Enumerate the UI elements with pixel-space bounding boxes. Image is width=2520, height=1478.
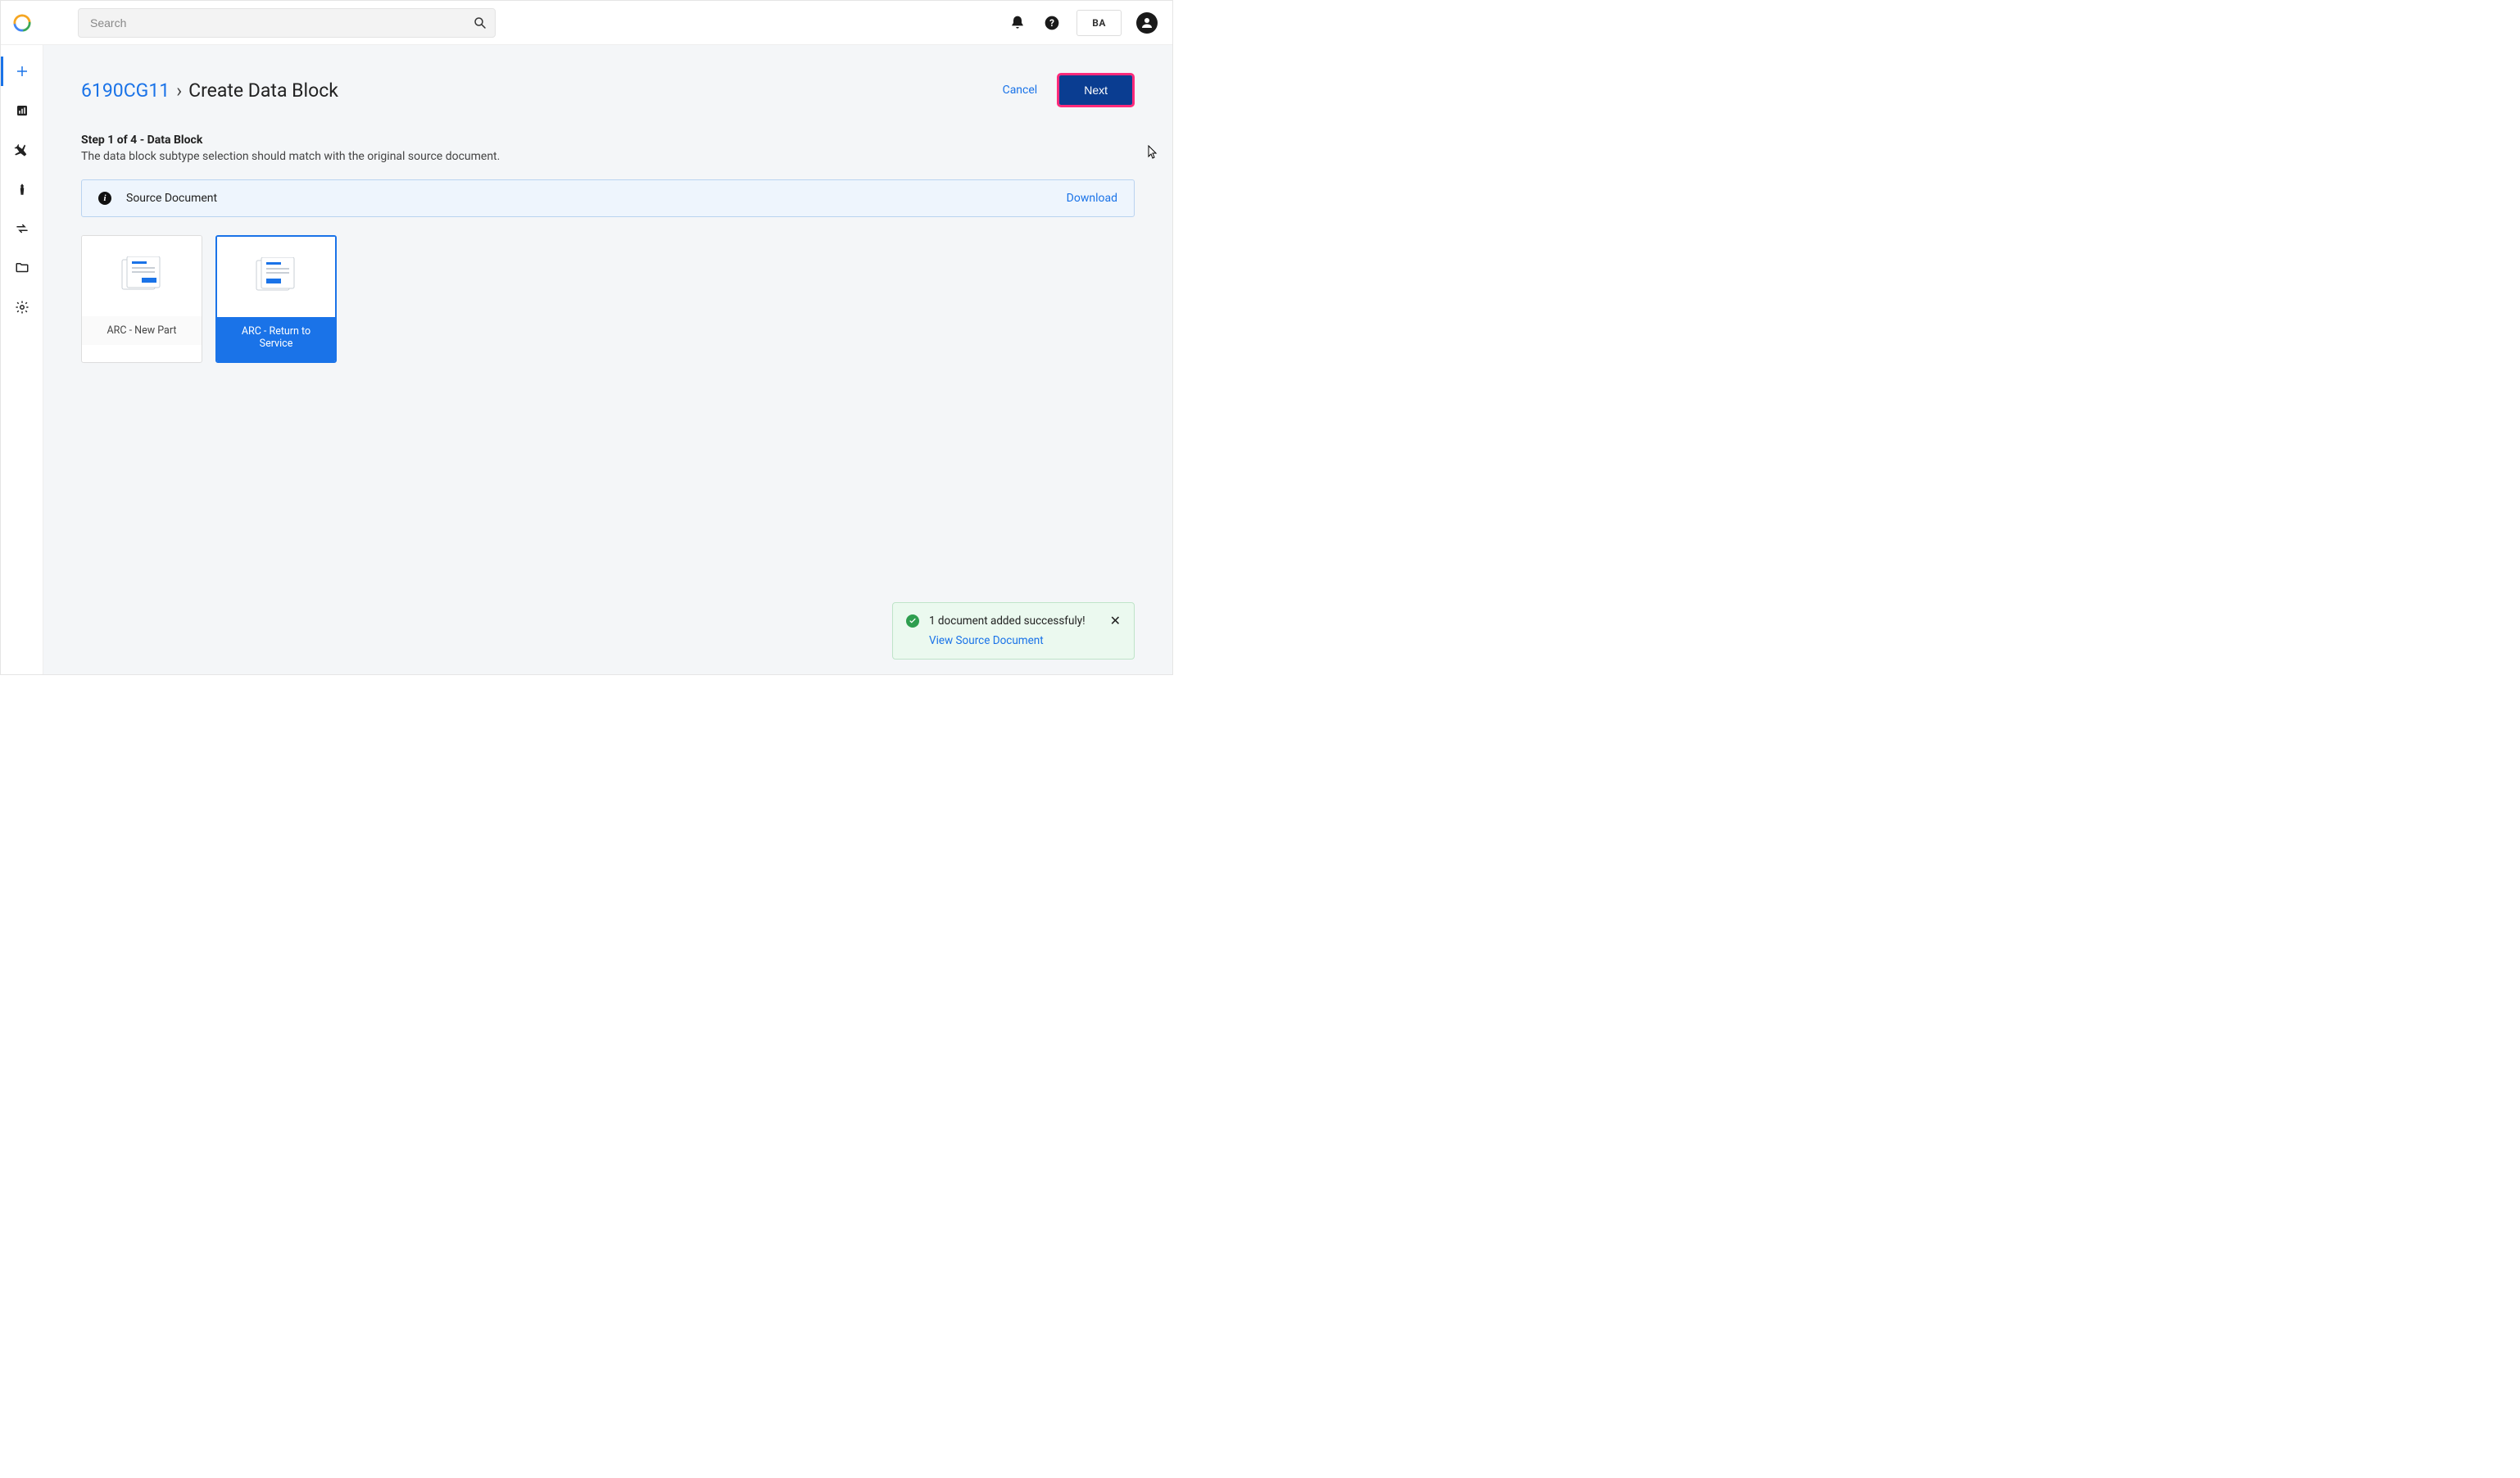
tower-icon (15, 182, 29, 197)
search-input[interactable] (78, 8, 496, 38)
document-icon (217, 237, 335, 317)
help-icon[interactable]: ? (1042, 13, 1062, 33)
subtype-cards: ARC - New Part ARC - Return to Service (81, 235, 1135, 363)
download-link[interactable]: Download (1067, 192, 1117, 205)
sidebar-item-transfer[interactable] (1, 209, 43, 248)
sidebar-item-settings[interactable] (1, 288, 43, 327)
user-initials-button[interactable]: BA (1076, 10, 1122, 36)
logo-icon (13, 14, 31, 32)
document-icon (82, 236, 202, 316)
source-document-label: Source Document (126, 192, 217, 205)
next-button[interactable]: Next (1059, 75, 1132, 105)
search-icon[interactable] (473, 16, 487, 30)
notifications-icon[interactable] (1008, 13, 1027, 33)
sidebar-item-dashboard[interactable] (1, 91, 43, 130)
plus-icon (15, 64, 29, 79)
sidebar-item-flights[interactable] (1, 130, 43, 170)
sidebar (1, 45, 43, 674)
sidebar-item-tower[interactable] (1, 170, 43, 209)
close-icon[interactable]: ✕ (1110, 614, 1121, 628)
main-content: 6190CG11 › Create Data Block Cancel Next… (43, 45, 1172, 674)
sidebar-item-create[interactable] (1, 52, 43, 91)
gear-icon (15, 300, 29, 315)
transfer-icon (15, 221, 29, 236)
chart-icon (15, 103, 29, 118)
step-title: Step 1 of 4 - Data Block (81, 134, 1135, 147)
cancel-button[interactable]: Cancel (1003, 84, 1038, 97)
success-toast: 1 document added successfuly! ✕ View Sou… (892, 602, 1135, 660)
info-icon: i (98, 192, 111, 205)
step-description: The data block subtype selection should … (81, 150, 1135, 163)
check-icon (906, 614, 919, 628)
folder-icon (15, 261, 29, 275)
card-label: ARC - Return to Service (217, 317, 335, 361)
toast-link[interactable]: View Source Document (929, 634, 1121, 647)
card-label: ARC - New Part (82, 316, 202, 345)
user-avatar-icon[interactable] (1136, 12, 1158, 34)
card-arc-new-part[interactable]: ARC - New Part (81, 235, 202, 363)
topbar: ? BA (1, 1, 1172, 45)
breadcrumb: 6190CG11 › Create Data Block (81, 79, 338, 102)
app-logo[interactable] (1, 1, 43, 45)
airplane-icon (14, 142, 30, 158)
next-button-highlight: Next (1057, 73, 1135, 107)
svg-text:?: ? (1049, 17, 1054, 29)
topbar-right: ? BA (1008, 10, 1158, 36)
sidebar-item-folder[interactable] (1, 248, 43, 288)
page-title: Create Data Block (188, 79, 338, 102)
breadcrumb-separator: › (176, 79, 182, 102)
source-document-banner: i Source Document Download (81, 179, 1135, 217)
toast-message: 1 document added successfuly! (929, 614, 1100, 628)
cursor-icon (1146, 145, 1159, 161)
search-wrap (78, 8, 496, 38)
card-arc-return-to-service[interactable]: ARC - Return to Service (215, 235, 337, 363)
breadcrumb-link[interactable]: 6190CG11 (81, 79, 170, 102)
